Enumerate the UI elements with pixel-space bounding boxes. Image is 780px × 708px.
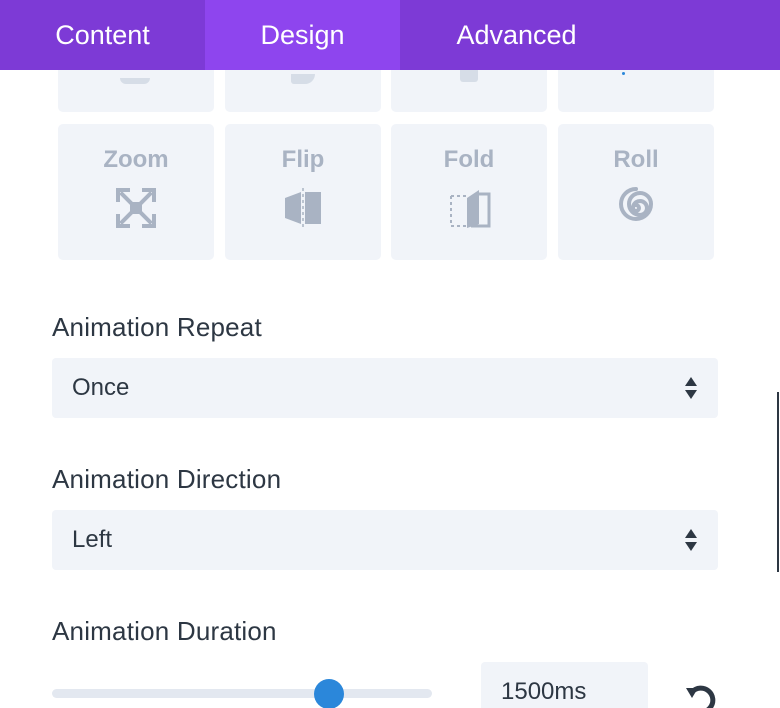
scrollbar[interactable] (777, 392, 779, 572)
animation-duration-input[interactable]: 1500ms (481, 662, 648, 708)
zoom-icon (116, 188, 156, 228)
animation-style-flip[interactable]: Flip (225, 124, 381, 260)
animation-style-label: Flip (281, 146, 325, 173)
animation-direction-select[interactable]: Left (52, 510, 718, 570)
animation-duration-label: Animation Duration (52, 616, 277, 646)
tab-design[interactable]: Design (205, 0, 400, 70)
animation-style-zoom[interactable]: Zoom (58, 124, 214, 260)
animation-duration-slider-thumb[interactable] (314, 679, 345, 708)
partial-icon (622, 72, 625, 75)
module-settings-panel: Content Design Advanced Zoom Flip Fold R… (0, 0, 780, 708)
reset-icon[interactable] (684, 682, 718, 708)
tab-advanced[interactable]: Advanced (400, 0, 633, 70)
flip-icon (285, 186, 321, 230)
animation-style-fold[interactable]: Fold (391, 124, 547, 260)
animation-duration-slider-track[interactable] (52, 689, 432, 698)
select-arrows-icon (685, 529, 697, 551)
animation-style-label: Roll (613, 146, 659, 173)
roll-icon (619, 187, 654, 221)
animation-direction-value: Left (72, 526, 113, 553)
tab-bar: Content Design Advanced (0, 0, 780, 70)
animation-style-label: Fold (443, 146, 495, 173)
partial-icon (120, 78, 150, 84)
animation-style-roll[interactable]: Roll (558, 124, 714, 260)
animation-repeat-value: Once (72, 374, 130, 401)
animation-repeat-select[interactable]: Once (52, 358, 718, 418)
tab-content[interactable]: Content (0, 0, 205, 70)
select-arrows-icon (685, 377, 697, 399)
animation-duration-value: 1500ms (501, 678, 587, 705)
partial-icon (291, 74, 315, 84)
animation-direction-label: Animation Direction (52, 464, 282, 494)
fold-icon (450, 190, 491, 228)
animation-style-label: Zoom (103, 146, 169, 173)
animation-repeat-label: Animation Repeat (52, 312, 262, 342)
partial-icon (460, 70, 478, 82)
